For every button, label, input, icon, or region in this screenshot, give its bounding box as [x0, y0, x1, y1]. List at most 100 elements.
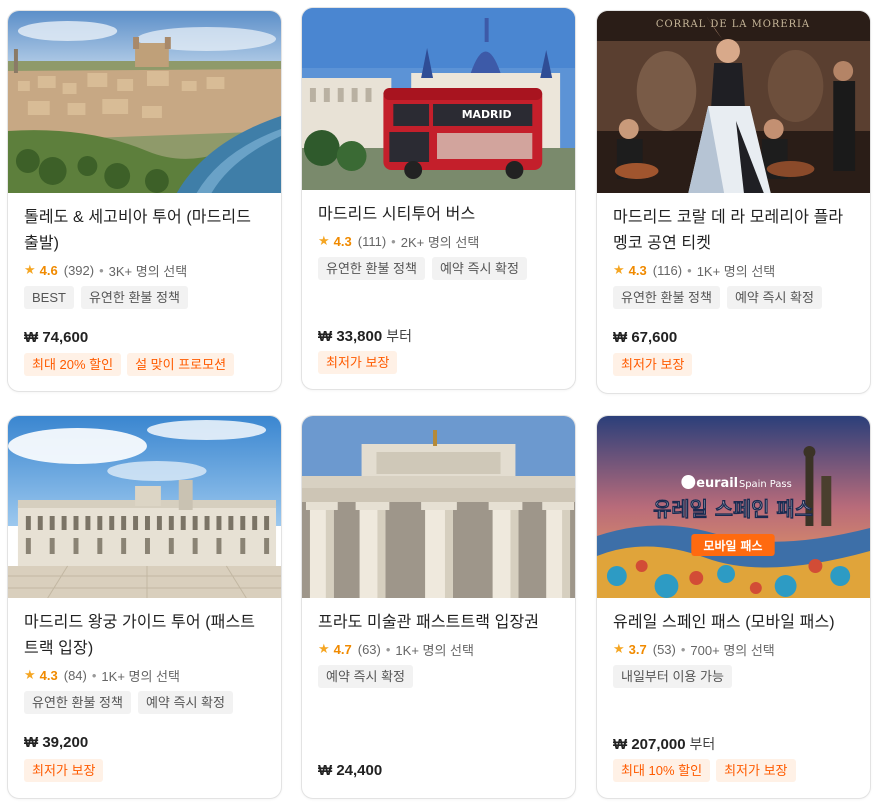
- promo-lowest-price: 최저가 보장: [318, 351, 398, 374]
- product-image-city-bus[interactable]: MADRID: [302, 8, 575, 190]
- product-title[interactable]: 마드리드 코랄 데 라 모레리아 플라멩코 공연 티켓: [613, 205, 854, 257]
- star-icon: ★: [24, 667, 36, 682]
- eurail-sub-text: Spain Pass: [739, 479, 792, 490]
- price-suffix: 부터: [689, 736, 716, 752]
- product-image-toledo[interactable]: [8, 11, 281, 193]
- product-title[interactable]: 마드리드 왕궁 가이드 투어 (패스트트랙 입장): [24, 610, 265, 662]
- product-card-madrid-city-bus[interactable]: MADRID 마드리드 시티투어 버스 ★ 4.3 (111) • 2K+ 명의…: [301, 7, 576, 390]
- product-card-flamenco[interactable]: CORRAL DE LA MORERIA 마드리드 코랄 데 라 모레리아 플라…: [596, 10, 871, 394]
- booked-count: 2K+ 명의 선택: [400, 234, 480, 250]
- booked-count: 3K+ 명의 선택: [108, 263, 188, 279]
- rating-row: ★ 4.7 (63) • 1K+ 명의 선택: [318, 639, 559, 659]
- review-count: (63): [357, 641, 381, 657]
- tag-instant-confirm: 예약 즉시 확정: [318, 665, 413, 688]
- booked-count: 1K+ 명의 선택: [696, 263, 776, 279]
- price: ₩ 39,200: [24, 734, 88, 751]
- price-value: ₩ 67,600: [613, 329, 678, 346]
- promo-list: 최저가 보장: [24, 759, 104, 782]
- review-count: (84): [63, 667, 87, 683]
- price-value: ₩ 207,000: [613, 736, 686, 753]
- tag-flexible-refund: 유연한 환불 정책: [24, 691, 131, 714]
- eurail-logo-text: eurail: [696, 476, 738, 491]
- separator-dot: •: [687, 262, 692, 278]
- product-card-prado-museum[interactable]: 프라도 미술관 패스트트랙 입장권 ★ 4.7 (63) • 1K+ 명의 선택…: [301, 415, 576, 799]
- rating-row: ★ 4.3 (116) • 1K+ 명의 선택: [613, 260, 854, 280]
- rating-score: 3.7: [628, 641, 647, 657]
- star-icon: ★: [24, 262, 36, 277]
- price: ₩ 67,600: [613, 329, 677, 346]
- separator-dot: •: [99, 262, 104, 278]
- product-title[interactable]: 톨레도 & 세고비아 투어 (마드리드 출발): [24, 205, 265, 257]
- separator-dot: •: [391, 233, 396, 249]
- venue-sign-text: CORRAL DE LA MORERIA: [656, 19, 810, 30]
- promo-list: 최저가 보장: [318, 351, 398, 374]
- tag-instant-confirm: 예약 즉시 확정: [137, 691, 233, 714]
- tag-list: BEST 유연한 환불 정책: [24, 286, 265, 309]
- product-card-royal-palace[interactable]: 마드리드 왕궁 가이드 투어 (패스트트랙 입장) ★ 4.3 (84) • 1…: [7, 415, 282, 799]
- star-icon: ★: [613, 641, 625, 656]
- rating-row: ★ 4.3 (84) • 1K+ 명의 선택: [24, 665, 265, 685]
- tag-flexible-refund: 유연한 환불 정책: [80, 286, 188, 309]
- tag-list: 유연한 환불 정책 예약 즉시 확정: [24, 691, 265, 714]
- tag-list: 유연한 환불 정책 예약 즉시 확정: [613, 286, 854, 309]
- promo-list: 최대 10% 할인 최저가 보장: [613, 759, 796, 782]
- tag-instant-confirm: 예약 즉시 확정: [726, 286, 822, 309]
- rating-row: ★ 3.7 (53) • 700+ 명의 선택: [613, 639, 854, 659]
- bus-madrid-text: MADRID: [462, 108, 512, 121]
- product-image-eurail[interactable]: eurail Spain Pass 유레일 스페인 패스 모바일 패스: [597, 416, 870, 598]
- rating-score: 4.3: [39, 667, 58, 683]
- product-image-prado[interactable]: [302, 416, 575, 598]
- price: ₩ 207,000 부터: [613, 734, 715, 754]
- product-card-toledo-segovia[interactable]: 톨레도 & 세고비아 투어 (마드리드 출발) ★ 4.6 (392) • 3K…: [7, 10, 282, 392]
- star-icon: ★: [318, 641, 330, 656]
- review-count: (116): [652, 262, 683, 278]
- tag-instant-confirm: 예약 즉시 확정: [431, 257, 527, 280]
- promo-discount: 최대 10% 할인: [613, 759, 711, 782]
- product-title[interactable]: 유레일 스페인 패스 (모바일 패스): [613, 610, 854, 636]
- separator-dot: •: [91, 667, 97, 683]
- promo-list: 최대 20% 할인 설 맞이 프로모션: [24, 353, 235, 376]
- rating-score: 4.3: [333, 233, 352, 249]
- price-value: ₩ 24,400: [318, 762, 383, 779]
- promo-lowest-price: 최저가 보장: [24, 759, 104, 782]
- booked-count: 700+ 명의 선택: [690, 642, 775, 658]
- product-image-flamenco[interactable]: CORRAL DE LA MORERIA: [597, 11, 870, 193]
- rating-score: 4.3: [628, 262, 647, 278]
- price-value: ₩ 33,800: [318, 328, 383, 345]
- product-card-eurail-spain-pass[interactable]: eurail Spain Pass 유레일 스페인 패스 모바일 패스 유레일 …: [596, 415, 871, 799]
- review-count: (392): [63, 262, 95, 278]
- tag-list: 유연한 환불 정책 예약 즉시 확정: [318, 257, 559, 280]
- price-suffix: 부터: [386, 328, 412, 344]
- tag-flexible-refund: 유연한 환불 정책: [318, 257, 425, 280]
- rating-row: ★ 4.3 (111) • 2K+ 명의 선택: [318, 231, 559, 251]
- promo-lunar-new-year: 설 맞이 프로모션: [127, 353, 235, 376]
- price: ₩ 74,600: [24, 329, 88, 346]
- product-title[interactable]: 프라도 미술관 패스트트랙 입장권: [318, 610, 559, 636]
- review-count: (111): [357, 233, 387, 249]
- price: ₩ 33,800 부터: [318, 326, 412, 346]
- eurail-title-text: 유레일 스페인 패스: [653, 498, 813, 521]
- eurail-badge-text: 모바일 패스: [704, 538, 763, 553]
- star-icon: ★: [613, 262, 625, 277]
- tag-list: 내일부터 이용 가능: [613, 665, 854, 688]
- booked-count: 1K+ 명의 선택: [395, 642, 474, 658]
- review-count: (53): [652, 641, 676, 657]
- tag-available-tomorrow: 내일부터 이용 가능: [613, 665, 732, 688]
- star-icon: ★: [318, 233, 330, 248]
- product-title[interactable]: 마드리드 시티투어 버스: [318, 202, 559, 228]
- promo-discount: 최대 20% 할인: [24, 353, 122, 376]
- rating-score: 4.6: [39, 262, 58, 278]
- separator-dot: •: [680, 641, 686, 657]
- rating-score: 4.7: [333, 641, 352, 657]
- product-image-royal-palace[interactable]: [8, 416, 281, 598]
- promo-list: 최저가 보장: [613, 353, 693, 376]
- tag-list: 예약 즉시 확정: [318, 665, 559, 688]
- tag-best: BEST: [24, 286, 74, 309]
- booked-count: 1K+ 명의 선택: [101, 668, 180, 684]
- promo-lowest-price: 최저가 보장: [716, 759, 796, 782]
- price: ₩ 24,400: [318, 762, 382, 779]
- rating-row: ★ 4.6 (392) • 3K+ 명의 선택: [24, 260, 265, 280]
- price-value: ₩ 39,200: [24, 734, 89, 751]
- separator-dot: •: [385, 641, 391, 657]
- promo-lowest-price: 최저가 보장: [613, 353, 693, 376]
